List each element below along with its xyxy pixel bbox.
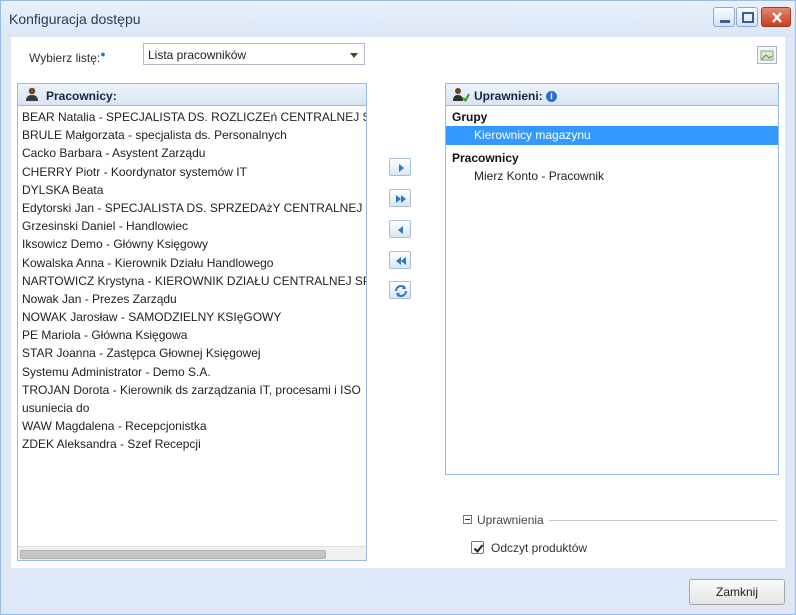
list-item[interactable]: NARTOWICZ Krystyna - KIEROWNIK DZIAŁU CE… [18, 272, 366, 290]
authorized-list: Grupy Kierownicy magazynu Pracownicy Mie… [446, 108, 778, 474]
remove-all-button[interactable] [389, 251, 411, 269]
add-selected-button[interactable] [389, 158, 411, 176]
authorized-panel-header: Uprawnieni: i [446, 84, 778, 106]
groups-title: Grupy [452, 110, 488, 124]
employees-list[interactable]: BEAR Natalia - SPECJALISTA DS. ROZLICZEń… [18, 108, 366, 544]
dialog-content: Wybierz listę:● Lista pracowników Pracow… [11, 37, 785, 568]
authorized-panel: Uprawnieni: i Grupy Kierownicy magazynu … [445, 83, 779, 475]
maximize-button[interactable] [736, 7, 758, 27]
arrow-left-icon [398, 226, 403, 234]
list-item[interactable]: Edytorski Jan - SPECJALISTA DS. SPRZEDAż… [18, 199, 366, 217]
refresh-button[interactable] [389, 281, 411, 299]
list-item[interactable]: WAW Magdalena - Recepcjonistka [18, 417, 366, 435]
checkmark-icon [473, 544, 484, 554]
employees-panel: Pracownicy: BEAR Natalia - SPECJALISTA D… [17, 83, 367, 561]
employees-panel-header: Pracownicy: [18, 84, 366, 106]
list-item[interactable]: NOWAK Jarosław - SAMODZIELNY KSIęGOWY [18, 308, 366, 326]
list-item[interactable]: Grzesinski Daniel - Handlowiec [18, 217, 366, 235]
title-bar[interactable]: Konfiguracja dostępu [1, 1, 795, 37]
info-icon: i [546, 91, 558, 103]
read-products-checkbox[interactable] [471, 541, 484, 554]
list-item[interactable]: Kierownicy magazynu [446, 126, 778, 145]
chevron-down-icon [350, 53, 358, 58]
close-window-button[interactable] [761, 7, 791, 27]
list-item[interactable]: Kowalska Anna - Kierownik Działu Handlow… [18, 254, 366, 272]
double-arrow-left-icon [396, 257, 406, 265]
list-item[interactable]: DYLSKA Beata [18, 181, 366, 199]
employees-title: Pracownicy [452, 151, 519, 165]
arrow-right-icon [399, 164, 404, 172]
list-item[interactable]: BEAR Natalia - SPECJALISTA DS. ROZLICZEń… [18, 108, 366, 126]
list-item[interactable]: TROJAN Dorota - Kierownik ds zarządzania… [18, 381, 366, 399]
close-button[interactable]: Zamknij [689, 579, 785, 605]
maximize-icon [742, 12, 754, 23]
horizontal-scrollbar[interactable] [18, 546, 366, 560]
list-item[interactable]: usuniecia do [18, 399, 366, 417]
users-permission-icon [452, 86, 470, 105]
list-item[interactable]: Cacko Barbara - Asystent Zarządu [18, 144, 366, 162]
fieldset-divider [549, 520, 777, 521]
list-select[interactable]: Lista pracowników [143, 43, 365, 65]
collapse-toggle[interactable] [463, 515, 472, 524]
read-products-label: Odczyt produktów [491, 541, 588, 555]
add-all-button[interactable] [389, 189, 411, 207]
list-item[interactable]: Iksowicz Demo - Główny Księgowy [18, 235, 366, 253]
minimize-button[interactable] [713, 7, 735, 27]
close-icon [772, 12, 782, 23]
list-item[interactable]: Systemu Administrator - Demo S.A. [18, 363, 366, 381]
info-icon: ● [100, 49, 106, 59]
refresh-icon [395, 285, 407, 297]
double-arrow-right-icon [396, 195, 406, 203]
window-title: Konfiguracja dostępu [9, 11, 141, 27]
list-item[interactable]: CHERRY Piotr - Koordynator systemów IT [18, 163, 366, 181]
list-item[interactable]: ZDEK Aleksandra - Szef Recepcji [18, 435, 366, 453]
list-select-label: Wybierz listę:● [29, 49, 106, 65]
list-item[interactable]: Nowak Jan - Prezes Zarządu [18, 290, 366, 308]
user-icon [24, 86, 40, 105]
broken-image-icon[interactable] [757, 46, 777, 64]
authorized-panel-title: Uprawnieni: i [474, 89, 558, 103]
access-config-window: Konfiguracja dostępu Wybierz listę:● Lis… [0, 0, 796, 615]
list-item[interactable]: Mierz Konto - Pracownik [446, 167, 778, 186]
list-item[interactable]: PE Mariola - Główna Księgowa [18, 326, 366, 344]
minimize-icon [720, 20, 730, 23]
employees-panel-title: Pracownicy: [46, 89, 117, 103]
list-select-value: Lista pracowników [148, 48, 247, 62]
list-item[interactable]: STAR Joanna - Zastępca Głownej Księgowej [18, 344, 366, 362]
list-item[interactable]: BRULE Małgorzata - specjalista ds. Perso… [18, 126, 366, 144]
dialog-footer: Zamknij [1, 568, 795, 614]
scrollbar-thumb[interactable] [20, 550, 326, 559]
remove-selected-button[interactable] [389, 220, 411, 238]
permissions-legend: Uprawnienia [477, 513, 544, 527]
